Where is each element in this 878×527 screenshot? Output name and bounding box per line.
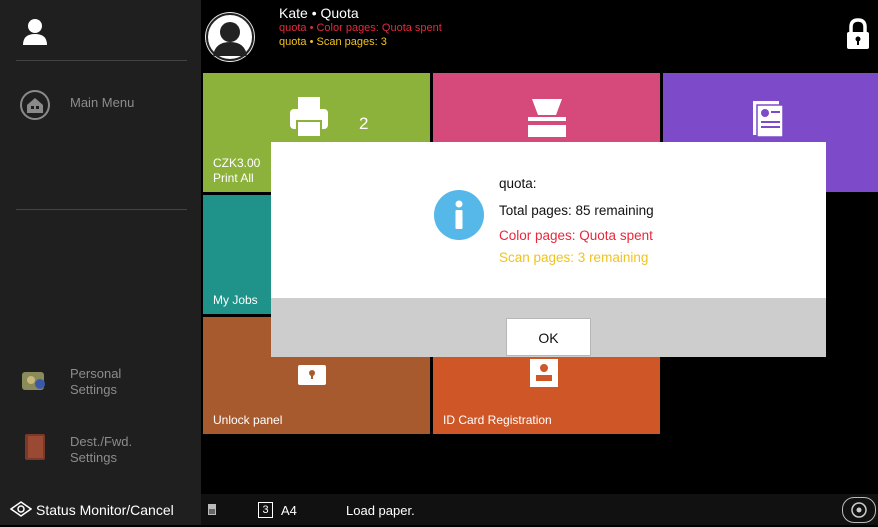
- status-monitor-icon: [10, 501, 32, 517]
- tile-print-label: CZK3.00 Print All: [213, 156, 261, 185]
- settings-toggle-button[interactable]: [842, 497, 876, 523]
- user-title: Kate • Quota: [279, 5, 359, 21]
- status-bar: Status Monitor/Cancel 3 A4 Load paper.: [0, 494, 878, 525]
- user-avatar-icon: [206, 13, 254, 61]
- avatar[interactable]: [205, 12, 255, 62]
- lock-icon[interactable]: [845, 18, 871, 50]
- tile-id-card-label: ID Card Registration: [443, 413, 552, 427]
- dialog-footer: OK: [271, 298, 826, 357]
- sidebar: Main Menu Personal Settings Dest./Fwd. S…: [0, 0, 201, 494]
- header: Kate • Quota quota • Color pages: Quota …: [201, 0, 878, 72]
- quota-dialog: quota: Total pages: 85 remaining Color p…: [271, 142, 826, 357]
- sidebar-item-main-menu[interactable]: Main Menu: [0, 90, 201, 140]
- tile-unlock-panel-label: Unlock panel: [213, 413, 283, 427]
- dialog-title: quota:: [499, 176, 537, 191]
- print-job-count: 2: [359, 114, 369, 133]
- sidebar-divider: [16, 60, 187, 61]
- quota-scan-status: quota • Scan pages: 3: [279, 36, 387, 48]
- status-monitor-button[interactable]: Status Monitor/Cancel: [0, 494, 201, 525]
- dialog-color-pages: Color pages: Quota spent: [499, 228, 653, 243]
- device-settings-icon: [851, 502, 867, 518]
- user-icon: [23, 19, 47, 45]
- status-message: Load paper.: [346, 503, 415, 518]
- user-button[interactable]: [0, 0, 201, 60]
- printer-icon: [290, 97, 328, 138]
- paper-size: A4: [281, 503, 297, 518]
- personal-settings-icon: [22, 372, 45, 390]
- ok-button[interactable]: OK: [506, 318, 591, 356]
- dest-fwd-settings-label: Dest./Fwd. Settings: [70, 434, 133, 465]
- home-icon: [20, 90, 50, 120]
- dialog-total-pages: Total pages: 85 remaining: [499, 203, 654, 218]
- padlock-icon: [298, 365, 326, 385]
- sidebar-item-dest-fwd-settings[interactable]: Dest./Fwd. Settings: [0, 430, 201, 480]
- sidebar-item-personal-settings[interactable]: Personal Settings: [0, 362, 201, 412]
- status-monitor-label: Status Monitor/Cancel: [36, 502, 174, 518]
- paper-tray-icon: [208, 504, 216, 515]
- address-book-icon: [25, 434, 45, 460]
- id-card-icon: [530, 359, 558, 387]
- personal-settings-label: Personal Settings: [70, 366, 122, 397]
- paper-tray-number: 3: [258, 502, 273, 518]
- tile-my-jobs-label: My Jobs: [213, 293, 258, 307]
- info-icon: [434, 190, 484, 240]
- dialog-scan-pages: Scan pages: 3 remaining: [499, 250, 649, 265]
- main-menu-label: Main Menu: [70, 95, 135, 110]
- document-icon: [753, 101, 784, 138]
- scanner-icon: [528, 99, 566, 137]
- quota-color-status: quota • Color pages: Quota spent: [279, 22, 442, 34]
- sidebar-divider: [16, 209, 187, 210]
